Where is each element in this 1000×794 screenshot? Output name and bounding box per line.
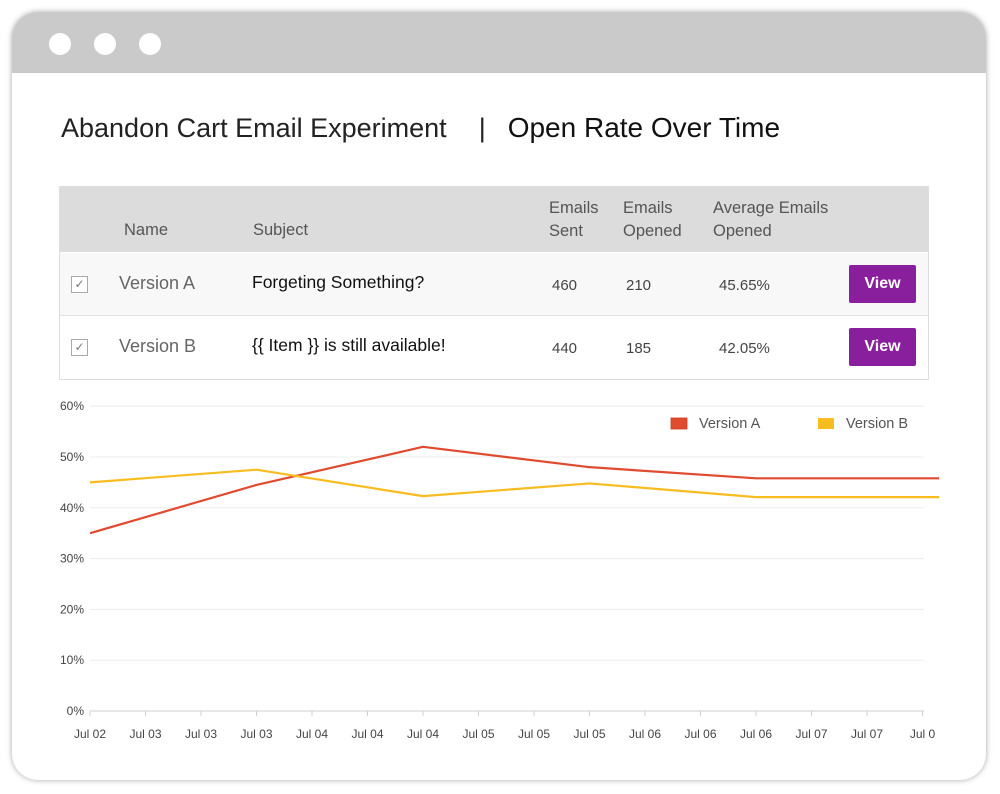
y-tick-label: 0% bbox=[67, 704, 85, 718]
x-tick-label: Jul 04 bbox=[351, 727, 383, 741]
x-tick-label: Jul 07 bbox=[795, 727, 827, 741]
x-tick-label: Jul 06 bbox=[629, 727, 661, 741]
x-tick-label: Jul 05 bbox=[462, 727, 494, 741]
y-tick-label: 50% bbox=[60, 450, 84, 464]
legend-label: Version B bbox=[846, 416, 908, 432]
x-tick-label: Jul 03 bbox=[240, 727, 272, 741]
x-tick-label: Jul 05 bbox=[573, 727, 605, 741]
y-tick-label: 40% bbox=[60, 501, 84, 515]
x-tick-label: Jul 04 bbox=[407, 727, 439, 741]
x-tick-label: Jul 04 bbox=[296, 727, 328, 741]
legend-label: Version A bbox=[699, 416, 761, 432]
x-tick-label: Jul 03 bbox=[185, 727, 217, 741]
y-tick-label: 30% bbox=[60, 552, 84, 566]
series-line bbox=[89, 468, 940, 499]
y-tick-label: 10% bbox=[60, 653, 84, 667]
open-rate-chart: 0% 10% 20% 30% 40% 50% 60% Jul 02 Jul 03 Jul 03 Ju… bbox=[60, 399, 940, 741]
x-tick-label: Jul 06 bbox=[684, 727, 716, 741]
x-tick-label: Jul 02 bbox=[74, 727, 106, 741]
legend-swatch bbox=[670, 417, 688, 430]
browser-window: Abandon Cart Email Experiment | Open Rate … bbox=[12, 12, 986, 780]
x-tick-label: Jul 07 bbox=[851, 727, 883, 741]
x-tick-label: Jul 03 bbox=[129, 727, 161, 741]
x-tick-label: Jul 05 bbox=[518, 727, 550, 741]
x-tick-label: Jul 0 bbox=[910, 727, 936, 741]
y-tick-label: 20% bbox=[60, 602, 84, 616]
x-tick-label: Jul 06 bbox=[740, 727, 772, 741]
legend-swatch bbox=[818, 418, 834, 429]
y-tick-label: 60% bbox=[60, 399, 84, 413]
